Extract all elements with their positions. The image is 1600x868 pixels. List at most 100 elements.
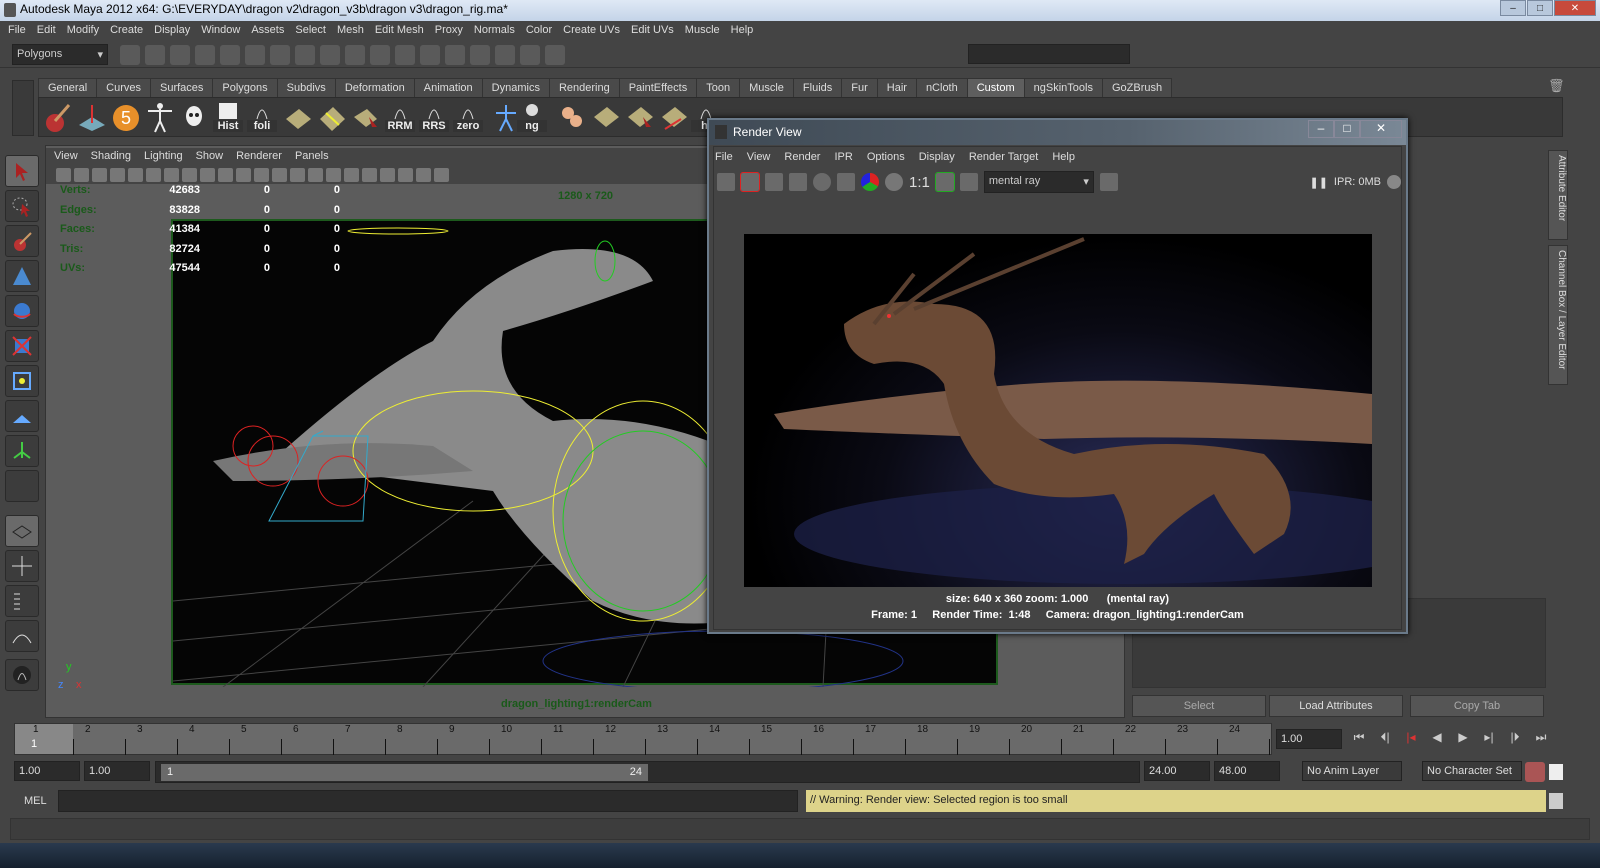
minimize-button[interactable]: ‒ [1500,0,1526,16]
shelf-tab-surfaces[interactable]: Surfaces [149,78,214,97]
range-slider-track[interactable]: 1 24 [155,761,1140,783]
gate-mask-icon[interactable] [200,168,215,182]
shelf-tab-custom[interactable]: Custom [966,78,1025,97]
playback-start-field[interactable]: 1.00 [84,761,150,781]
paint-tool-icon[interactable] [43,101,73,133]
lasso-tool-icon[interactable] [5,190,39,222]
range-slider-handle[interactable]: 1 24 [161,764,648,781]
maximize-button[interactable]: □ [1527,0,1553,16]
xray-joints-icon[interactable] [416,168,431,182]
snapshot-icon[interactable] [765,173,783,191]
alpha-channel-icon[interactable] [885,173,903,191]
auto-key-icon[interactable] [1525,762,1545,782]
panel-menu-renderer[interactable]: Renderer [236,148,289,166]
renderer-dropdown[interactable]: mental ray ▾ [983,171,1094,193]
open-scene-icon[interactable] [145,45,165,65]
pause-ipr-icon[interactable]: ❚❚ [1309,176,1327,189]
shelf-tab-hair[interactable]: Hair [876,78,917,97]
panel-menu-show[interactable]: Show [196,148,231,166]
grid-icon[interactable] [146,168,161,182]
snap-grid-icon[interactable] [270,45,290,65]
uv-tool-icon[interactable] [283,101,313,133]
snap-point-icon[interactable] [320,45,340,65]
single-perspective-layout-icon[interactable] [5,515,39,547]
anim-layer-dropdown[interactable]: No Anim Layer [1302,761,1402,781]
time-slider[interactable]: 1 1 2 3 4 5 6 7 8 9 10 11 12 13 14 15 16 17 18 19 20 21 22 23 2… [14,723,1272,755]
start-time-field[interactable]: 1.00 [14,761,80,781]
show-channel-box-icon[interactable] [520,45,540,65]
ipr-render-icon[interactable] [420,45,440,65]
menu-edit-uvs[interactable]: Edit UVs [631,22,681,41]
shelf-tab-gozbrush[interactable]: GoZBrush [1101,78,1173,97]
command-line-input[interactable] [58,790,798,812]
end-time-field[interactable]: 48.00 [1214,761,1280,781]
render-settings-icon[interactable] [445,45,465,65]
safe-action-icon[interactable] [236,168,251,182]
shelf-tab-ngskintools[interactable]: ngSkinTools [1023,78,1103,97]
rv-maximize-button[interactable]: □ [1334,120,1360,138]
new-scene-icon[interactable] [120,45,140,65]
hist-button[interactable]: Hist [213,101,243,133]
flat-light-icon[interactable] [362,168,377,182]
render-current-icon[interactable] [395,45,415,65]
rrm-button[interactable]: RRM [385,101,415,133]
rotate-tool-icon[interactable] [5,295,39,327]
shelf-tab-rendering[interactable]: Rendering [548,78,620,97]
script-editor-icon[interactable] [1549,793,1563,809]
2d-pan-zoom-icon[interactable] [128,168,143,182]
select-hierarchy-icon[interactable] [195,45,215,65]
field-chart-icon[interactable] [218,168,233,182]
keep-image-icon[interactable] [934,172,955,192]
scale-tool-icon[interactable] [5,330,39,362]
redo-render-icon[interactable] [717,173,735,191]
skull-icon[interactable] [179,101,209,133]
rv-menu-render[interactable]: Render [784,151,820,163]
shelf-tab-polygons[interactable]: Polygons [212,78,278,97]
shelf-tab-fluids[interactable]: Fluids [792,78,843,97]
shelf-tab-subdivs[interactable]: Subdivs [276,78,336,97]
render-sequence-icon[interactable] [1099,173,1118,191]
shelf-tab-curves[interactable]: Curves [96,78,151,97]
show-tool-settings-icon[interactable] [545,45,565,65]
play-backwards-button[interactable]: ◀ [1426,730,1448,750]
menu-muscle[interactable]: Muscle [685,22,727,41]
snap-curve-icon[interactable] [295,45,315,65]
wireframe-icon[interactable] [254,168,269,182]
shelf-tab-deformation[interactable]: Deformation [334,78,415,97]
menu-file[interactable]: File [8,22,33,41]
panel-menu-panels[interactable]: Panels [295,148,336,166]
last-tool-slot[interactable] [5,470,39,502]
skeleton-figure-icon[interactable] [145,101,175,133]
copy-tab-button[interactable]: Copy Tab [1410,695,1544,717]
go-to-end-button[interactable]: ⏭ [1530,730,1552,750]
textured-icon[interactable] [308,168,323,182]
four-view-layout-icon[interactable] [5,550,39,582]
input-field[interactable] [968,44,1130,64]
menu-create[interactable]: Create [110,22,150,41]
xray-icon[interactable] [398,168,413,182]
uv-select-icon[interactable] [351,101,381,133]
menu-mesh[interactable]: Mesh [337,22,371,41]
menu-assets[interactable]: Assets [251,22,291,41]
render-view-titlebar[interactable]: Render View ‒ □ ✕ [709,120,1406,145]
menu-edit-mesh[interactable]: Edit Mesh [375,22,431,41]
menu-proxy[interactable]: Proxy [435,22,470,41]
construction-history-icon[interactable] [370,45,390,65]
component-xray-icon[interactable] [434,168,449,182]
render-settings-icon[interactable] [837,173,855,191]
rrs-button[interactable]: RRS [419,101,449,133]
resolution-gate-icon[interactable] [182,168,197,182]
close-button[interactable]: ✕ [1554,0,1596,16]
menu-display[interactable]: Display [154,22,197,41]
shelf-menu-button[interactable] [12,80,34,136]
menu-color[interactable]: Color [526,22,559,41]
menu-edit[interactable]: Edit [37,22,63,41]
paint-select-icon[interactable] [5,225,39,257]
shelf-tab-painteffects[interactable]: PaintEffects [618,78,698,97]
five-icon[interactable]: 5 [111,101,141,133]
menu-select[interactable]: Select [295,22,333,41]
refresh-ipr-icon[interactable] [813,173,831,191]
select-component-icon[interactable] [245,45,265,65]
real-size-button[interactable]: 1:1 [909,174,930,191]
rv-menu-file[interactable]: File [715,151,733,163]
